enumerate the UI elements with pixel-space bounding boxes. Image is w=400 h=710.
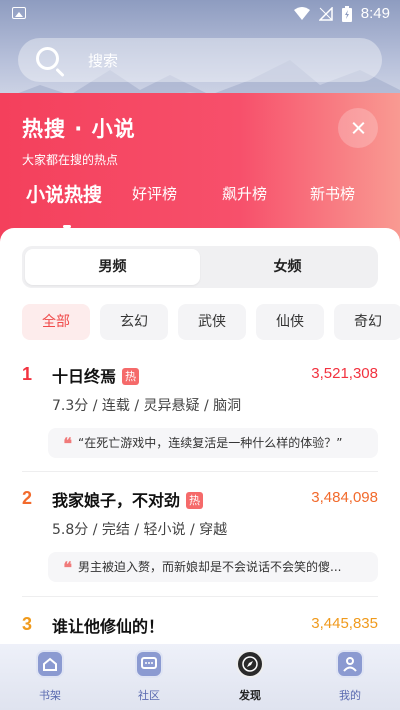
- quote-icon: ❝: [63, 560, 72, 577]
- book-meta: 7.3分 / 连载 / 灵异悬疑 / 脑洞: [52, 398, 242, 414]
- search-bar[interactable]: 搜索: [18, 38, 382, 82]
- tab-novel-hot[interactable]: 小说热搜: [26, 180, 102, 207]
- signal-icon: [318, 6, 333, 21]
- close-button[interactable]: [338, 108, 378, 148]
- tab-female[interactable]: 女频: [200, 249, 375, 285]
- rank-number: 2: [22, 488, 33, 508]
- hot-badge: 热: [122, 368, 140, 385]
- battery-icon: [341, 5, 352, 22]
- chat-icon: [135, 650, 163, 678]
- page-title: 热搜 · 小说: [22, 117, 136, 141]
- quote-icon: ❝: [63, 436, 72, 453]
- tab-male[interactable]: 男频: [25, 249, 200, 285]
- nav-profile[interactable]: 我的: [320, 650, 380, 703]
- home-icon: [36, 650, 64, 678]
- ranking-card: 男频 女频 全部 玄幻 武侠 仙侠 奇幻 1 十日终焉热 3,521,308 7…: [0, 228, 400, 710]
- nav-bookshelf[interactable]: 书架: [20, 650, 80, 703]
- book-meta: 5.8分 / 完结 / 轻小说 / 穿越: [52, 522, 228, 538]
- image-notification-icon: [12, 7, 26, 19]
- search-icon: [36, 47, 59, 70]
- wifi-icon: [293, 6, 310, 20]
- gender-switch: 男频 女频: [22, 246, 378, 288]
- nav-discover[interactable]: 发现: [220, 650, 280, 703]
- divider: [22, 596, 378, 597]
- book-title: 谁让他修仙的！: [52, 617, 165, 636]
- rank-number: 1: [22, 364, 33, 384]
- nav-label: 书架: [39, 689, 61, 702]
- genre-filter: 全部 玄幻 武侠 仙侠 奇幻: [22, 304, 400, 340]
- tab-new-books[interactable]: 新书榜: [310, 183, 355, 204]
- ranking-tabs: 小说热搜 好评榜 飙升榜 新书榜: [0, 183, 400, 223]
- bottom-nav: 书架 社区 发现 我的: [0, 644, 400, 710]
- nav-label: 社区: [138, 689, 160, 702]
- nav-community[interactable]: 社区: [119, 650, 179, 703]
- compass-icon: [236, 650, 264, 678]
- hot-badge: 热: [186, 492, 204, 509]
- tab-top-rated[interactable]: 好评榜: [132, 183, 177, 204]
- genre-chip-xianxia[interactable]: 仙侠: [256, 304, 324, 340]
- heat-value: 3,484,098: [311, 489, 378, 506]
- genre-chip-all[interactable]: 全部: [22, 304, 90, 340]
- heat-value: 3,521,308: [311, 365, 378, 382]
- status-time: 8:49: [360, 5, 390, 22]
- nav-label: 我的: [339, 689, 361, 702]
- hot-search-header: 热搜 · 小说 大家都在搜的热点 小说热搜 好评榜 飙升榜 新书榜: [0, 93, 400, 243]
- nav-label: 发现: [239, 689, 261, 702]
- genre-chip-xuanhuan[interactable]: 玄幻: [100, 304, 168, 340]
- search-placeholder: 搜索: [88, 52, 119, 70]
- book-title: 我家娘子，不对劲热: [52, 487, 204, 511]
- user-icon: [336, 650, 364, 678]
- divider: [22, 471, 378, 472]
- genre-chip-qihuan[interactable]: 奇幻: [334, 304, 400, 340]
- book-quote: ❝ 男主被迫入赘，而新娘却是不会说话不会笑的傻...: [48, 552, 378, 582]
- page-subtitle: 大家都在搜的热点: [22, 153, 119, 167]
- tab-rising[interactable]: 飙升榜: [222, 183, 267, 204]
- status-bar: 8:49: [0, 0, 400, 28]
- rank-number: 3: [22, 614, 33, 634]
- genre-chip-wuxia[interactable]: 武侠: [178, 304, 246, 340]
- heat-value: 3,445,835: [311, 615, 378, 632]
- book-quote: ❝ “在死亡游戏中，连续复活是一种什么样的体验？”: [48, 428, 378, 458]
- book-title: 十日终焉热: [52, 363, 140, 387]
